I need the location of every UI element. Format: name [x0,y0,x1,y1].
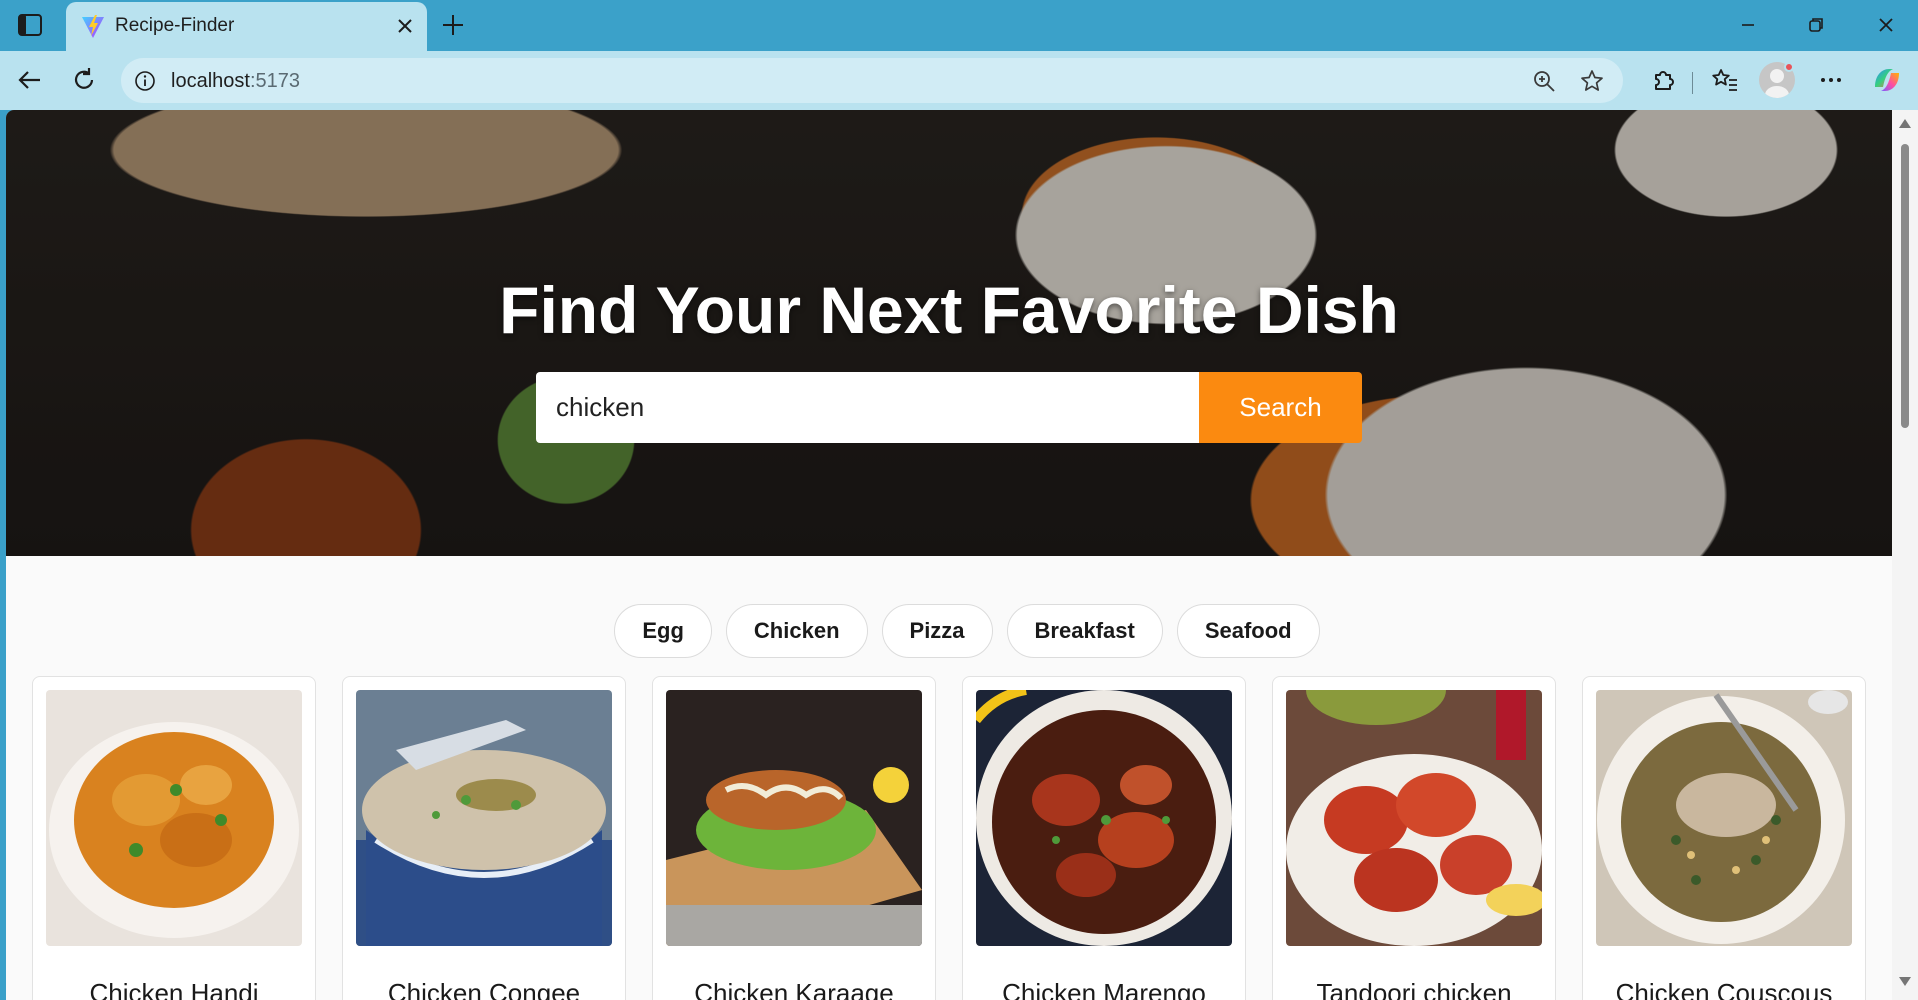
category-pill-chicken[interactable]: Chicken [725,604,868,658]
copilot-icon[interactable] [1870,63,1904,97]
recipe-card[interactable]: Chicken Karaage [652,676,936,1000]
recipe-image [666,690,922,946]
category-pill-egg[interactable]: Egg [614,604,712,658]
recipe-image [356,690,612,946]
category-filters: Egg Chicken Pizza Breakfast Seafood [6,604,1892,658]
search-button[interactable]: Search [1199,372,1362,443]
category-pill-breakfast[interactable]: Breakfast [1006,604,1163,658]
browser-toolbar: localhost:5173 [0,51,1918,110]
url-port: :5173 [249,70,300,92]
recipe-image [1596,690,1852,946]
favorites-icon[interactable] [1708,63,1742,97]
category-pill-pizza[interactable]: Pizza [881,604,993,658]
recipe-card[interactable]: Chicken Marengo [962,676,1246,1000]
back-icon[interactable] [13,63,47,97]
recipe-card[interactable]: Chicken Congee [342,676,626,1000]
restore-icon[interactable] [1803,12,1829,38]
recipe-image [46,690,302,946]
recipe-card[interactable]: Chicken Couscous [1582,676,1866,1000]
recipe-card[interactable]: Chicken Handi [32,676,316,1000]
info-icon[interactable] [133,69,157,93]
window-menu-icon[interactable] [17,13,43,37]
page-viewport: Find Your Next Favorite Dish Search Egg … [6,110,1892,1000]
recipe-image [976,690,1232,946]
page-scrollbar[interactable] [1892,110,1918,1000]
scrollbar-thumb[interactable] [1901,144,1909,428]
address-bar[interactable]: localhost:5173 [121,58,1623,103]
recipe-title[interactable]: Chicken Karaage [653,978,935,1000]
title-bar: Recipe-Finder [0,0,1918,51]
window-close-icon[interactable] [1873,12,1899,38]
recipe-image [1286,690,1542,946]
zoom-icon[interactable] [1531,68,1557,94]
url-host: localhost [171,70,250,92]
tab-title: Recipe-Finder [115,15,235,36]
plus-icon[interactable] [438,10,468,40]
more-icon[interactable] [1814,63,1848,97]
notification-dot [1784,62,1794,72]
vite-favicon-icon [82,15,104,38]
recipe-title[interactable]: Chicken Couscous [1583,978,1865,1000]
scroll-down-icon[interactable] [1899,977,1911,986]
recipe-title[interactable]: Chicken Marengo [963,978,1245,1000]
hero-title: Find Your Next Favorite Dish [499,273,1399,347]
hero-banner: Find Your Next Favorite Dish Search [6,110,1892,556]
refresh-icon[interactable] [67,63,101,97]
minimize-icon[interactable] [1735,12,1761,38]
url-text[interactable]: localhost:5173 [171,70,300,93]
extensions-icon[interactable] [1647,63,1681,97]
search-input[interactable] [536,372,1199,443]
recipe-card[interactable]: Tandoori chicken [1272,676,1556,1000]
recipe-title[interactable]: Chicken Handi [33,978,315,1000]
close-icon[interactable] [393,14,417,38]
tab-recipe-finder[interactable]: Recipe-Finder [66,2,427,51]
star-icon[interactable] [1579,68,1605,94]
category-pill-seafood[interactable]: Seafood [1176,604,1320,658]
recipe-title[interactable]: Chicken Congee [343,978,625,1000]
toolbar-divider [1692,72,1693,94]
recipe-title[interactable]: Tandoori chicken [1273,978,1555,1000]
scroll-up-icon[interactable] [1899,119,1911,128]
